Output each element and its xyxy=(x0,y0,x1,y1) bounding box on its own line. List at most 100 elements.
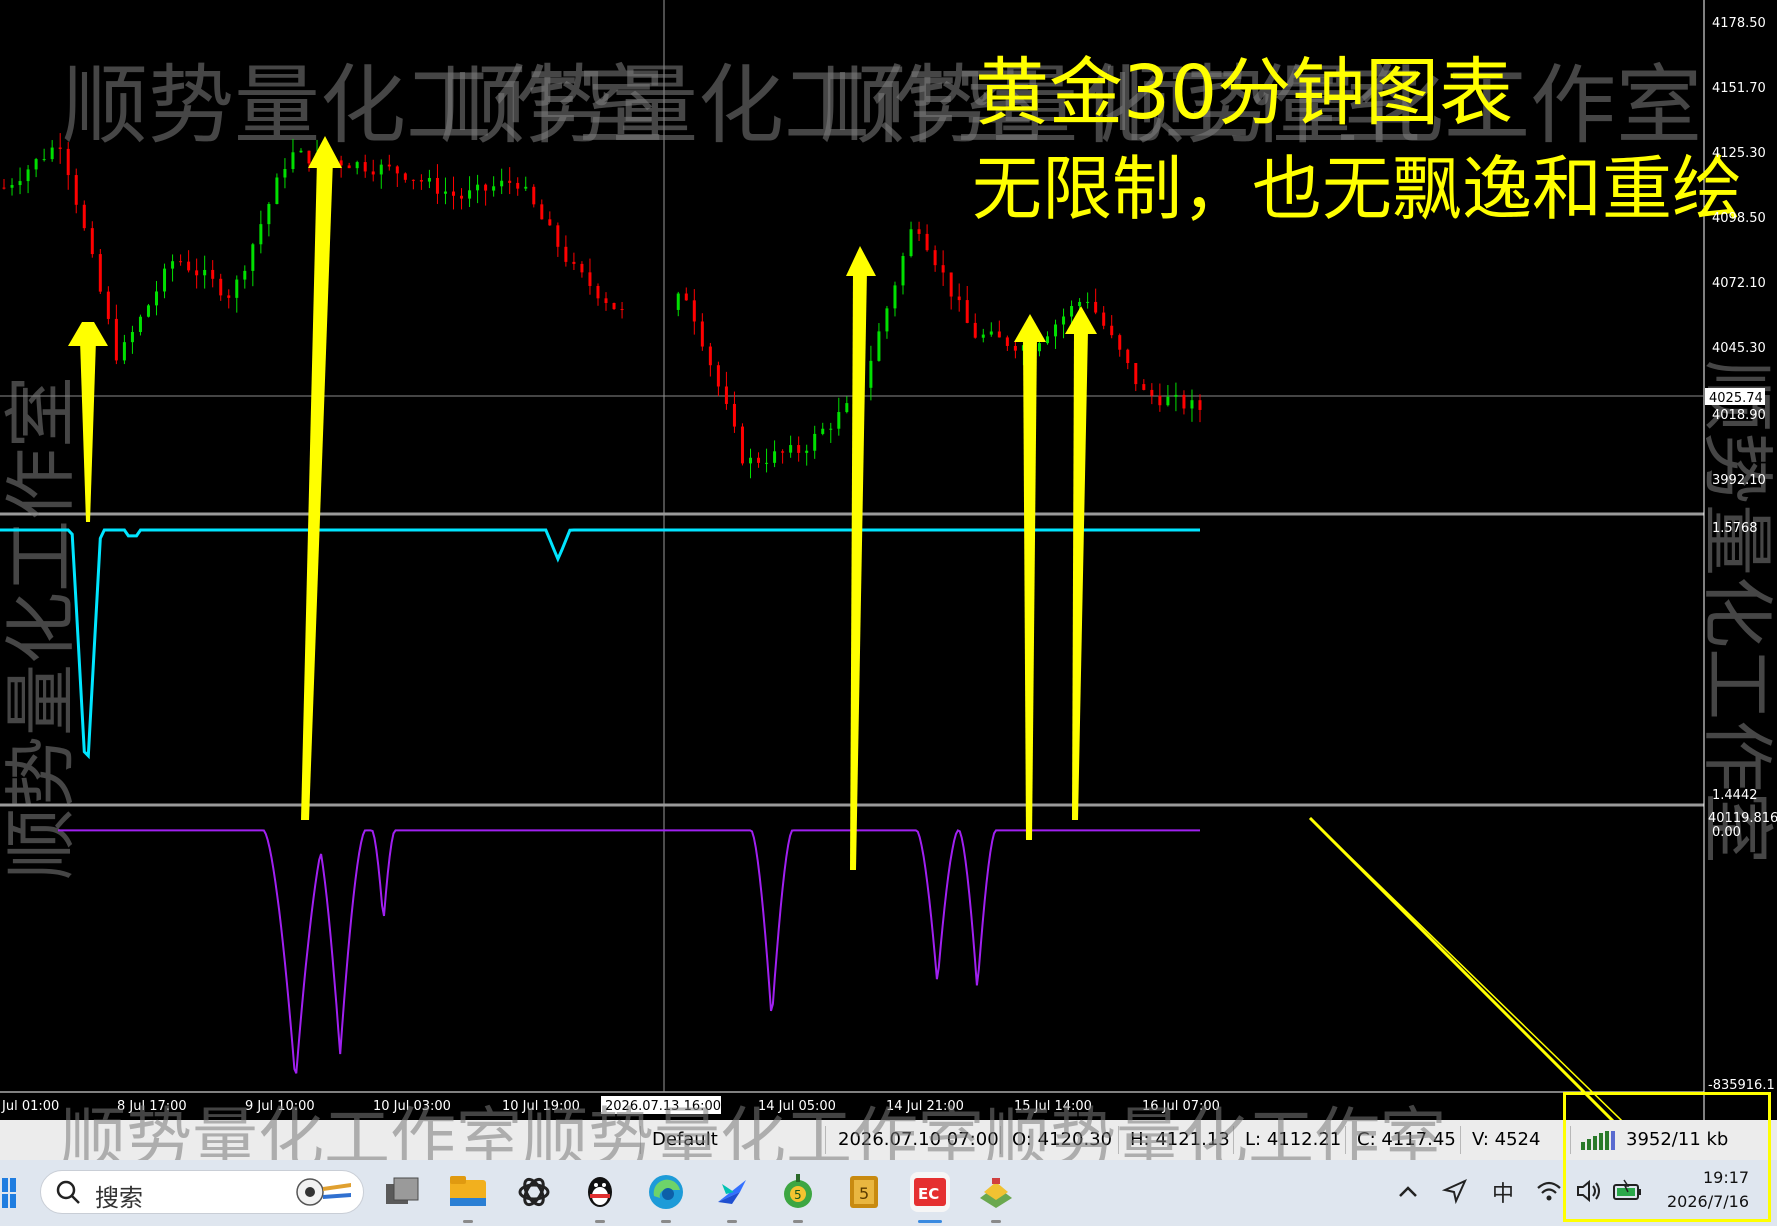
file-explorer-icon[interactable] xyxy=(448,1172,488,1212)
status-separator xyxy=(825,1126,826,1154)
bar-low: L: 4112.21 xyxy=(1245,1129,1342,1150)
candle-body xyxy=(580,263,584,273)
task-view-icon[interactable] xyxy=(382,1172,422,1212)
bar-datetime: 2026.07.10 07:00 xyxy=(838,1129,999,1150)
feishu-icon[interactable] xyxy=(712,1172,752,1212)
candle-body xyxy=(395,166,399,174)
price-tick-label: 3992.10 xyxy=(1712,473,1766,488)
candle-body xyxy=(419,180,423,182)
candle-body xyxy=(893,285,897,309)
candle-body xyxy=(1158,395,1162,406)
status-separator xyxy=(1570,1126,1571,1154)
candle-body xyxy=(363,162,367,172)
svg-text:5: 5 xyxy=(794,1188,802,1202)
candle-body xyxy=(973,322,977,338)
candle-body xyxy=(1126,349,1130,364)
connection-bars-icon[interactable] xyxy=(1580,1130,1622,1150)
time-tick-label: 14 Jul 05:00 xyxy=(758,1099,836,1114)
search-input[interactable]: 搜索 xyxy=(40,1170,364,1214)
battery-icon[interactable] xyxy=(1612,1178,1644,1208)
location-icon[interactable] xyxy=(1441,1178,1468,1208)
candle-body xyxy=(299,150,303,153)
candle-body xyxy=(588,272,592,286)
book-app-icon[interactable] xyxy=(976,1172,1016,1212)
candle-body xyxy=(58,147,62,149)
bar-open: O: 4120.30 xyxy=(1012,1129,1113,1150)
candle-body xyxy=(1134,363,1138,385)
ec-icon[interactable]: EC xyxy=(910,1172,950,1212)
candle-body xyxy=(797,445,801,453)
candle-body xyxy=(620,309,624,311)
price-tick-label: 4072.10 xyxy=(1712,276,1766,291)
candle-body xyxy=(724,386,728,404)
clock-date[interactable]: 2026/7/16 xyxy=(1667,1192,1749,1211)
candle-body xyxy=(10,185,14,188)
search-icon xyxy=(55,1179,81,1209)
candle-body xyxy=(933,250,937,266)
candle-body xyxy=(171,261,175,269)
price-tick-label: 4098.50 xyxy=(1712,211,1766,226)
candle-body xyxy=(219,278,223,296)
time-axis: Jul 01:00 8 Jul 17:00 9 Jul 10:00 10 Jul… xyxy=(1,1096,1220,1114)
candle-body xyxy=(283,169,287,178)
edge-icon[interactable] xyxy=(646,1172,686,1212)
candle-body xyxy=(612,303,616,310)
ime-indicator[interactable]: 中 xyxy=(1492,1176,1514,1208)
candle-body xyxy=(596,285,600,299)
candle-body xyxy=(1102,312,1106,326)
candle-body xyxy=(805,450,809,453)
time-tick-label: 10 Jul 03:00 xyxy=(373,1099,451,1114)
metatrader5-icon[interactable]: 5 xyxy=(778,1172,818,1212)
time-tick-label: 15 Jul 14:00 xyxy=(1014,1099,1092,1114)
candle-body xyxy=(548,219,552,226)
candle-body xyxy=(949,272,953,297)
volume-icon[interactable] xyxy=(1575,1178,1603,1208)
chatgpt-icon[interactable] xyxy=(514,1172,554,1212)
time-tick-label: Jul 01:00 xyxy=(1,1099,59,1114)
price-tick-label: 4125.30 xyxy=(1712,146,1766,161)
clock-time[interactable]: 19:17 xyxy=(1703,1168,1749,1187)
bar-volume: V: 4524 xyxy=(1472,1129,1541,1150)
candle-body xyxy=(347,165,351,169)
candle-body xyxy=(307,150,311,164)
candle-body xyxy=(476,184,480,191)
candle-body xyxy=(877,331,881,361)
candle-body xyxy=(765,462,769,464)
candle-body xyxy=(885,308,889,332)
running-indicator xyxy=(991,1220,1001,1223)
chart-area[interactable]: 顺势量化工作室 顺势量化工作室 顺势量化工作室 顺势量化工作室 顺势量化工作室 … xyxy=(0,0,1777,1120)
candle-body xyxy=(813,433,817,451)
candle-body xyxy=(508,180,512,183)
qq-icon[interactable] xyxy=(580,1172,620,1212)
current-price-label: 4025.74 xyxy=(1709,391,1763,406)
candle-body xyxy=(869,360,873,388)
time-tick-label: 14 Jul 21:00 xyxy=(886,1099,964,1114)
status-separator xyxy=(1345,1126,1346,1154)
candle-body xyxy=(1182,394,1186,409)
indicator2-tick-label: 0.00 xyxy=(1712,825,1741,840)
candle-body xyxy=(211,269,215,279)
wifi-icon[interactable] xyxy=(1536,1178,1562,1208)
start-button[interactable] xyxy=(2,1178,16,1208)
candle-body xyxy=(1054,324,1058,337)
price-tick-label: 4178.50 xyxy=(1712,16,1766,31)
running-indicator xyxy=(661,1220,671,1223)
candle-body xyxy=(1078,301,1082,307)
candle-body xyxy=(235,279,239,298)
candle-body xyxy=(492,186,496,191)
app5-icon[interactable]: 5 xyxy=(844,1172,884,1212)
profile-label[interactable]: Default xyxy=(652,1129,718,1150)
candle-body xyxy=(1013,345,1017,351)
overlay-subtitle: 无限制，也无飘逸和重绘 xyxy=(972,148,1742,230)
candle-body xyxy=(1094,301,1098,313)
arrow-head xyxy=(68,322,108,346)
candle-body xyxy=(267,204,271,225)
candle-body xyxy=(500,180,504,187)
candle-body xyxy=(572,261,576,264)
candle-body xyxy=(604,298,608,304)
bar-close: C: 4117.45 xyxy=(1357,1129,1456,1150)
signal-arrow xyxy=(1072,330,1088,820)
candle-body xyxy=(187,261,191,271)
arrow-head xyxy=(846,246,876,276)
show-hidden-icons-icon[interactable] xyxy=(1396,1180,1420,1208)
